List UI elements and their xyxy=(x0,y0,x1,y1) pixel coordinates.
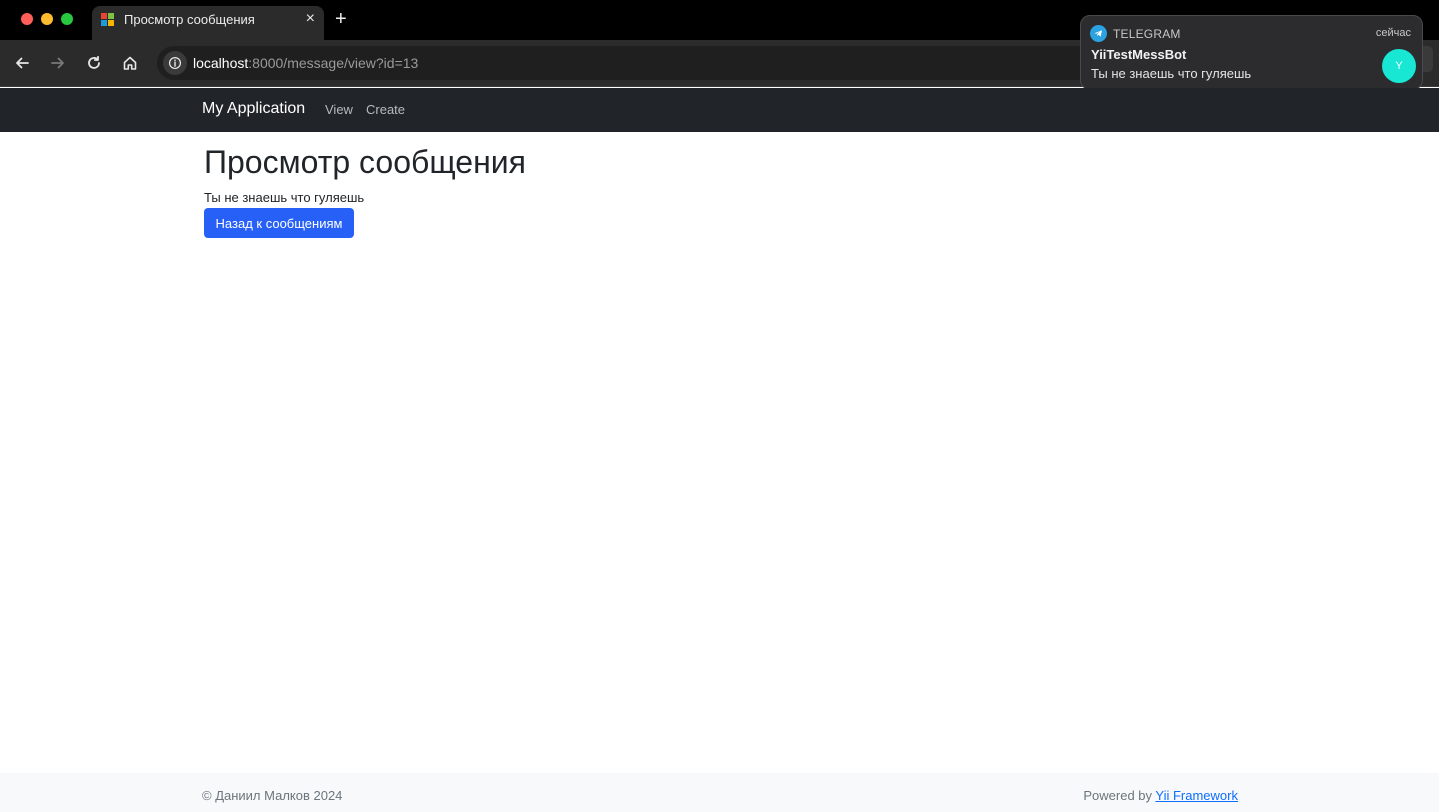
close-window-button[interactable] xyxy=(21,13,33,25)
notification-body: Ты не знаешь что гуляешь xyxy=(1091,66,1252,81)
telegram-notification[interactable]: TELEGRAM сейчас YiiTestMessBot Ты не зна… xyxy=(1080,15,1423,90)
avatar: Y xyxy=(1382,49,1416,83)
message-text: Ты не знаешь что гуляешь xyxy=(204,190,365,205)
nav-link-create[interactable]: Create xyxy=(366,102,405,117)
notification-time: сейчас xyxy=(1375,27,1411,39)
close-tab-button[interactable]: × xyxy=(306,10,315,28)
site-info-icon[interactable] xyxy=(163,51,187,75)
footer-copyright: © Даниил Малков 2024 xyxy=(202,788,343,803)
reload-icon[interactable] xyxy=(82,51,106,75)
yii-framework-link[interactable]: Yii Framework xyxy=(1155,788,1238,803)
app-navbar: My Application View Create xyxy=(0,88,1439,132)
forward-icon[interactable] xyxy=(46,51,70,75)
page-footer: © Даниил Малков 2024 Powered by Yii Fram… xyxy=(0,773,1439,812)
yii-favicon-icon xyxy=(101,13,115,27)
home-icon[interactable] xyxy=(118,51,142,75)
footer-powered-by: Powered by Yii Framework xyxy=(1083,788,1238,803)
brand-link[interactable]: My Application xyxy=(202,100,305,118)
minimize-window-button[interactable] xyxy=(41,13,53,25)
browser-tab[interactable]: Просмотр сообщения × xyxy=(92,6,324,40)
url-text: localhost:8000/message/view?id=13 xyxy=(193,55,419,71)
notification-app-name: TELEGRAM xyxy=(1113,27,1181,41)
back-icon[interactable] xyxy=(10,51,34,75)
notification-title: YiiTestMessBot xyxy=(1091,47,1187,62)
new-tab-button[interactable]: + xyxy=(335,8,347,30)
page-title: Просмотр сообщения xyxy=(204,144,526,180)
telegram-icon xyxy=(1090,25,1107,42)
back-to-messages-button[interactable]: Назад к сообщениям xyxy=(204,208,354,238)
tab-title: Просмотр сообщения xyxy=(124,12,255,27)
nav-link-view[interactable]: View xyxy=(325,102,353,117)
maximize-window-button[interactable] xyxy=(61,13,73,25)
